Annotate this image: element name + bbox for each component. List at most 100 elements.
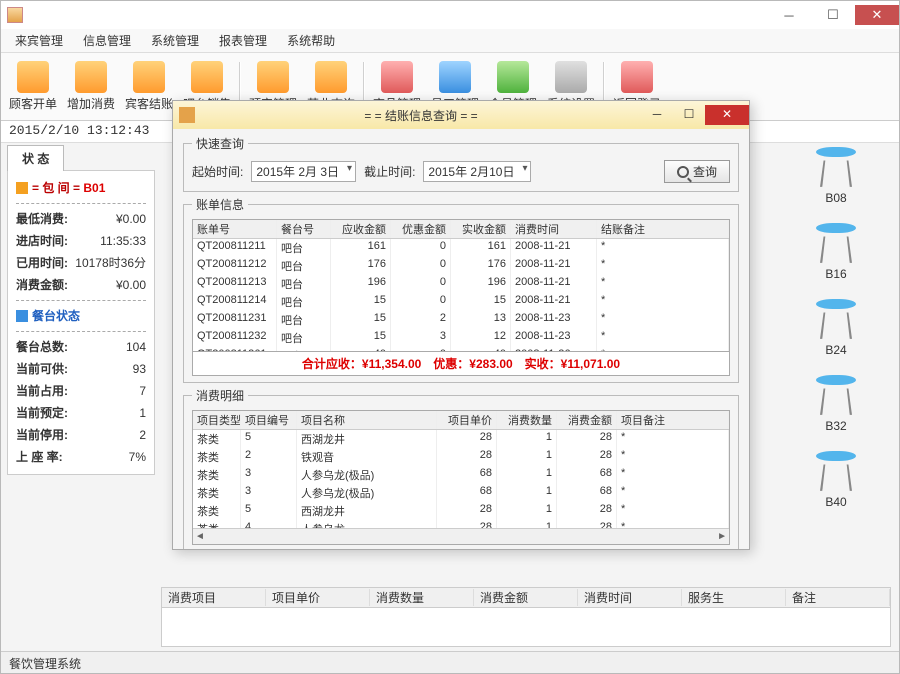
start-date-label: 起始时间: xyxy=(192,163,243,180)
close-button[interactable]: ✕ xyxy=(855,5,899,25)
status-tab[interactable]: 状 态 xyxy=(7,145,64,171)
app-icon xyxy=(7,7,23,23)
detail-grid-body[interactable]: 茶类5西湖龙井28128*茶类2铁观音28128*茶类3人参乌龙(极品)6816… xyxy=(193,430,729,528)
table-item[interactable]: B08 xyxy=(801,147,871,205)
toolbar-icon xyxy=(315,61,347,93)
main-titlebar: ─ ☐ ✕ xyxy=(1,1,899,29)
toolbar-label: 宾客结账 xyxy=(125,95,173,112)
bill-grid[interactable]: 账单号餐台号应收金额优惠金额实收金额消费时间结账备注 QT200811211吧台… xyxy=(192,219,730,352)
table-row[interactable]: 茶类3人参乌龙(极品)68168* xyxy=(193,484,729,502)
house-icon xyxy=(16,182,28,194)
bill-grid-body[interactable]: QT200811211吧台16101612008-11-21*QT2008112… xyxy=(193,239,729,351)
grid-col: 应收金额 xyxy=(331,220,391,238)
minimize-button[interactable]: ─ xyxy=(767,5,811,25)
bill-grid-header: 账单号餐台号应收金额优惠金额实收金额消费时间结账备注 xyxy=(193,220,729,239)
grid-col: 消费金额 xyxy=(474,589,578,606)
table-icon xyxy=(810,375,862,415)
table-name: B32 xyxy=(825,419,846,433)
detail-grid[interactable]: 项目类型项目编号项目名称项目单价消费数量消费金额项目备注 茶类5西湖龙井2812… xyxy=(192,410,730,545)
dialog-maximize-button[interactable]: ☐ xyxy=(673,105,705,125)
table-row[interactable]: 茶类5西湖龙井28128* xyxy=(193,430,729,448)
table-item[interactable]: B16 xyxy=(801,223,871,281)
table-item[interactable]: B40 xyxy=(801,451,871,509)
bars-icon xyxy=(16,310,28,322)
toolbar-icon xyxy=(17,61,49,93)
table-name: B08 xyxy=(825,191,846,205)
grid-col: 项目备注 xyxy=(617,411,729,429)
query-button-label: 查询 xyxy=(693,163,717,180)
menu-item[interactable]: 系统管理 xyxy=(141,29,209,52)
dialog-titlebar: = = 结账信息查询 = = ─ ☐ ✕ xyxy=(173,101,749,129)
table-row[interactable]: QT200811214吧台150152008-11-21* xyxy=(193,293,729,311)
grid-col: 项目类型 xyxy=(193,411,241,429)
status-row: 进店时间:11:35:33 xyxy=(16,230,146,252)
table-row[interactable]: 茶类2铁观音28128* xyxy=(193,448,729,466)
toolbar-button[interactable]: 顾客开单 xyxy=(5,56,61,118)
grid-col: 消费金额 xyxy=(557,411,617,429)
table-row[interactable]: QT200811231吧台152132008-11-23* xyxy=(193,311,729,329)
toolbar-icon xyxy=(555,61,587,93)
end-date-picker[interactable]: 2015年 2月10日 xyxy=(423,161,531,182)
table-name: B40 xyxy=(825,495,846,509)
window-buttons: ─ ☐ ✕ xyxy=(767,5,899,25)
toolbar-icon xyxy=(621,61,653,93)
grid-col: 实收金额 xyxy=(451,220,511,238)
query-button[interactable]: 查询 xyxy=(664,160,730,183)
settlement-query-dialog: = = 结账信息查询 = = ─ ☐ ✕ 快速查询 起始时间: 2015年 2月… xyxy=(172,100,750,550)
detail-hscroll[interactable]: ◄► xyxy=(193,528,729,544)
table-icon xyxy=(810,147,862,187)
table-row[interactable]: QT200811232吧台153122008-11-23* xyxy=(193,329,729,347)
toolbar-label: 顾客开单 xyxy=(9,95,57,112)
statusbar: 餐饮管理系统 xyxy=(1,651,899,673)
consumption-grid[interactable]: 消费项目项目单价消费数量消费金额消费时间服务生备注 xyxy=(161,587,891,647)
table-item[interactable]: B32 xyxy=(801,375,871,433)
table-row[interactable]: QT200811211吧台16101612008-11-21* xyxy=(193,239,729,257)
table-row[interactable]: QT200811212吧台17601762008-11-21* xyxy=(193,257,729,275)
table-row[interactable]: 茶类5西湖龙井28128* xyxy=(193,502,729,520)
status-row: 餐台总数:104 xyxy=(16,336,146,358)
grid-col: 消费时间 xyxy=(578,589,682,606)
status-row: 最低消费:¥0.00 xyxy=(16,208,146,230)
grid-col: 消费数量 xyxy=(497,411,557,429)
grid-col: 结账备注 xyxy=(597,220,729,238)
status-row: 当前停用:2 xyxy=(16,424,146,446)
detail-fieldset: 消费明细 项目类型项目编号项目名称项目单价消费数量消费金额项目备注 茶类5西湖龙… xyxy=(183,387,739,549)
grid-col: 项目编号 xyxy=(241,411,297,429)
dialog-minimize-button[interactable]: ─ xyxy=(641,105,673,125)
table-status-label: 餐台状态 xyxy=(32,305,80,327)
toolbar-icon xyxy=(191,61,223,93)
grid-col: 餐台号 xyxy=(277,220,331,238)
table-item[interactable]: B24 xyxy=(801,299,871,357)
detail-grid-header: 项目类型项目编号项目名称项目单价消费数量消费金额项目备注 xyxy=(193,411,729,430)
toolbar-icon xyxy=(497,61,529,93)
menu-item[interactable]: 报表管理 xyxy=(209,29,277,52)
toolbar-button[interactable]: 增加消费 xyxy=(63,56,119,118)
table-row[interactable]: 茶类3人参乌龙(极品)68168* xyxy=(193,466,729,484)
detail-legend: 消费明细 xyxy=(192,387,248,404)
menu-item[interactable]: 系统帮助 xyxy=(277,29,345,52)
table-row[interactable]: 茶类4人参乌龙28128* xyxy=(193,520,729,528)
status-box: = 包 间 = B01 最低消费:¥0.00进店时间:11:35:33已用时间:… xyxy=(7,170,155,475)
status-row: 当前占用:7 xyxy=(16,380,146,402)
start-date-picker[interactable]: 2015年 2月 3日 xyxy=(251,161,356,182)
quick-query-legend: 快速查询 xyxy=(192,135,248,152)
room-code: B01 xyxy=(83,181,105,195)
bill-info-legend: 账单信息 xyxy=(192,196,248,213)
status-row: 当前预定:1 xyxy=(16,402,146,424)
menu-item[interactable]: 来宾管理 xyxy=(5,29,73,52)
grid-col: 服务生 xyxy=(682,589,786,606)
dialog-close-button[interactable]: ✕ xyxy=(705,105,749,125)
toolbar-icon xyxy=(439,61,471,93)
dialog-icon xyxy=(179,107,195,123)
table-row[interactable]: QT200811261吧台400402008-11-26* xyxy=(193,347,729,351)
table-icon xyxy=(810,451,862,491)
maximize-button[interactable]: ☐ xyxy=(811,5,855,25)
menu-item[interactable]: 信息管理 xyxy=(73,29,141,52)
grid-col: 优惠金额 xyxy=(391,220,451,238)
toolbar-button[interactable]: 宾客结账 xyxy=(121,56,177,118)
table-row[interactable]: QT200811213吧台19601962008-11-21* xyxy=(193,275,729,293)
toolbar-icon xyxy=(257,61,289,93)
end-date-label: 截止时间: xyxy=(364,163,415,180)
search-icon xyxy=(677,166,689,178)
table-name: B24 xyxy=(825,343,846,357)
